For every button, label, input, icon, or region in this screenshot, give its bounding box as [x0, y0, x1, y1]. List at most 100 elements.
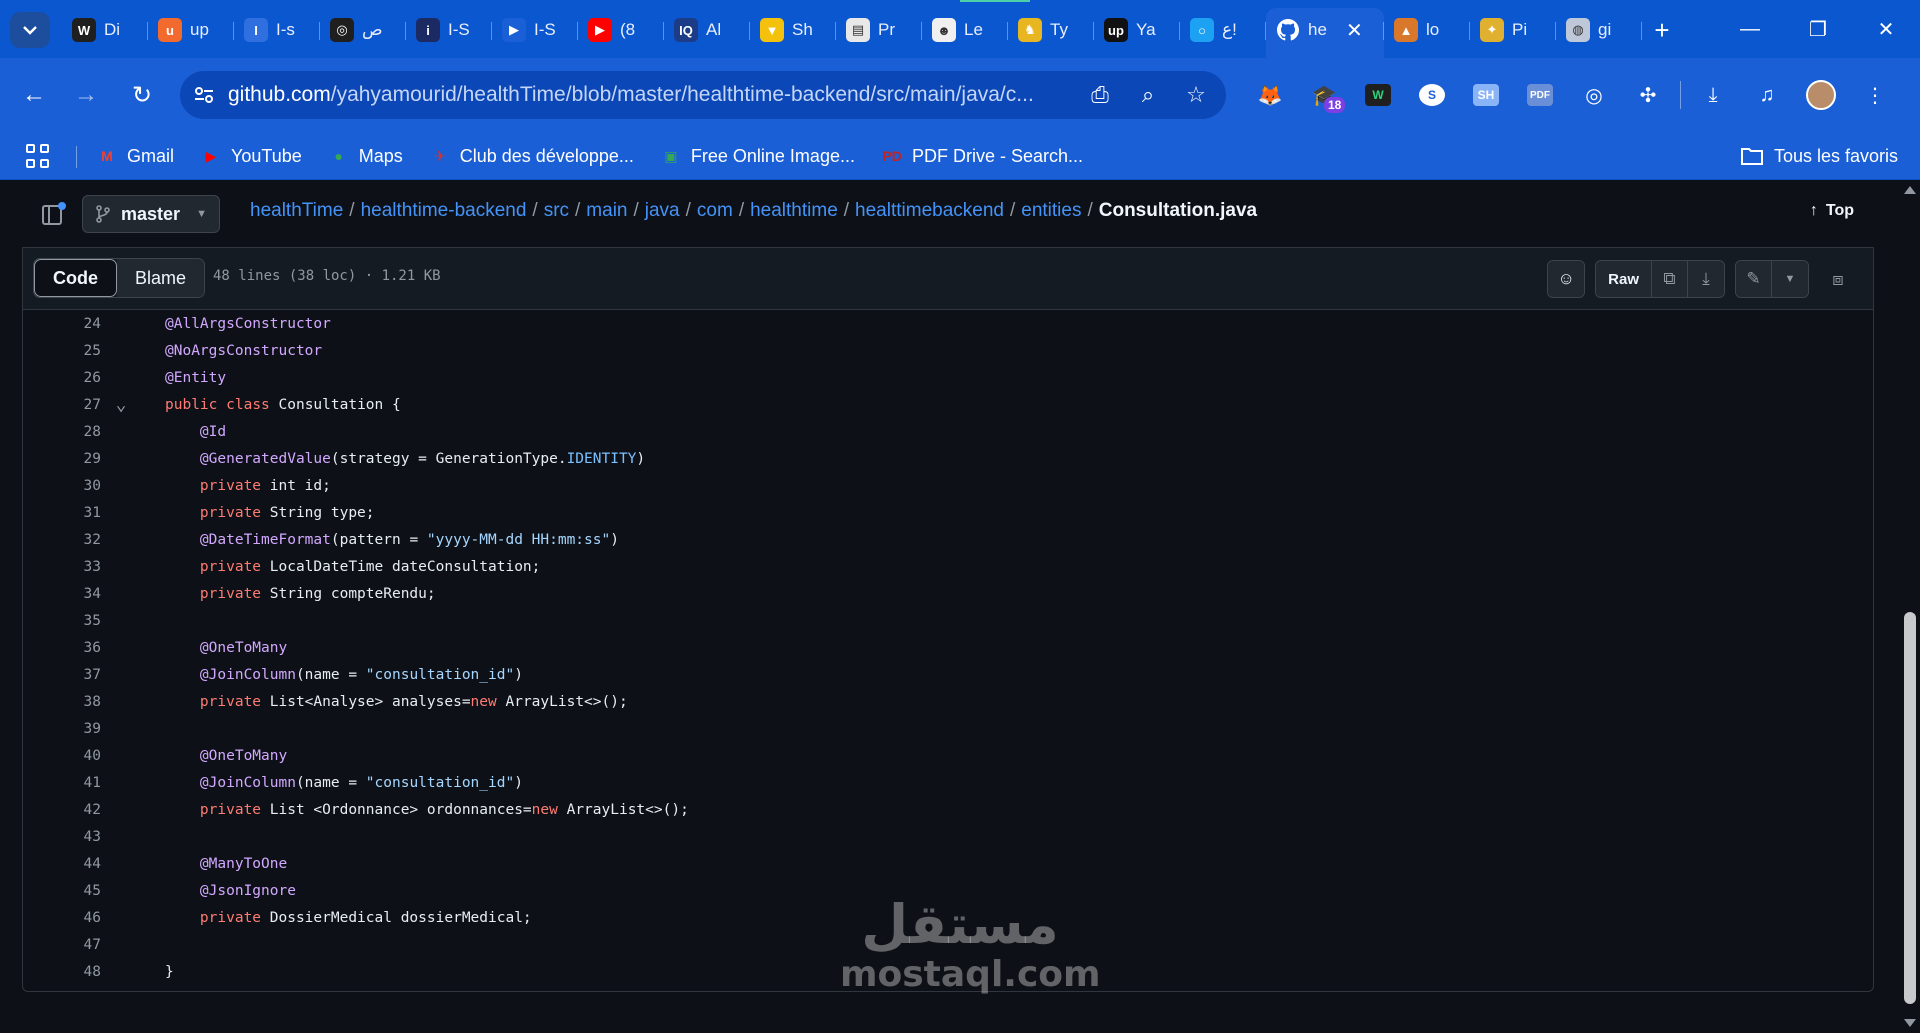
line-number[interactable]: 41	[23, 775, 101, 791]
bookmark-item[interactable]: ▶ YouTube	[200, 145, 302, 167]
line-number[interactable]: 24	[23, 316, 101, 332]
breadcrumb-link[interactable]: com	[697, 200, 733, 221]
forward-button[interactable]: →	[66, 75, 106, 115]
line-number[interactable]: 25	[23, 343, 101, 359]
breadcrumb-link[interactable]: src	[544, 200, 569, 221]
scroll-thumb[interactable]	[1904, 612, 1916, 1004]
browser-tab[interactable]: ○ ع!	[1180, 8, 1266, 52]
line-number[interactable]: 28	[23, 424, 101, 440]
url-text[interactable]: github.com/yahyamourid/healthTime/blob/m…	[228, 83, 1078, 107]
scroll-up-arrow-icon[interactable]	[1904, 186, 1916, 194]
breadcrumb-link[interactable]: entities	[1021, 200, 1081, 221]
zoom-icon[interactable]: ⌕	[1128, 75, 1168, 115]
site-settings-icon[interactable]	[180, 71, 228, 119]
restore-button[interactable]: ❐	[1784, 0, 1852, 58]
browser-tab[interactable]: ◎ ص	[320, 8, 406, 52]
browser-tab[interactable]: ▶ I-S	[492, 8, 578, 52]
apps-grid-icon[interactable]	[26, 144, 50, 168]
graduation-cap-extension[interactable]: 🎓 18	[1302, 73, 1346, 117]
minimize-button[interactable]: —	[1716, 0, 1784, 58]
fold-chevron-icon[interactable]: ⌄	[101, 395, 141, 413]
browser-tab[interactable]: ▲ lo	[1384, 8, 1470, 52]
bookmark-item[interactable]: M Gmail	[96, 145, 174, 167]
target-extension-icon[interactable]: ◎	[1572, 73, 1616, 117]
scroll-down-arrow-icon[interactable]	[1904, 1019, 1916, 1027]
browser-tab[interactable]: u up	[148, 8, 234, 52]
close-window-button[interactable]: ✕	[1852, 0, 1920, 58]
line-number[interactable]: 35	[23, 613, 101, 629]
line-number[interactable]: 44	[23, 856, 101, 872]
line-number[interactable]: 36	[23, 640, 101, 656]
line-number[interactable]: 29	[23, 451, 101, 467]
browser-tab[interactable]: i I-S	[406, 8, 492, 52]
browser-tab[interactable]: ▼ Sh	[750, 8, 836, 52]
browser-tab[interactable]: I I-s	[234, 8, 320, 52]
line-number[interactable]: 27	[23, 397, 101, 413]
line-number[interactable]: 38	[23, 694, 101, 710]
browser-tab[interactable]: ◍ gi	[1556, 8, 1642, 52]
reload-button[interactable]: ↻	[122, 75, 162, 115]
close-tab-icon[interactable]: ✕	[1346, 18, 1363, 43]
line-number[interactable]: 39	[23, 721, 101, 737]
browser-tab[interactable]: ♞ Ty	[1008, 8, 1094, 52]
raw-button[interactable]: Raw	[1596, 261, 1652, 297]
breadcrumb-link[interactable]: healthtime	[750, 200, 838, 221]
back-button[interactable]: ←	[14, 75, 54, 115]
browser-tab[interactable]: he ✕	[1266, 8, 1384, 58]
star-bookmark-icon[interactable]: ☆	[1176, 75, 1216, 115]
line-number[interactable]: 40	[23, 748, 101, 764]
browser-tab[interactable]: ▤ Pr	[836, 8, 922, 52]
branch-selector[interactable]: master ▼	[82, 195, 220, 233]
extensions-puzzle-icon[interactable]: ✣	[1626, 73, 1670, 117]
browser-tab[interactable]: up Ya	[1094, 8, 1180, 52]
new-tab-button[interactable]: +	[1642, 8, 1682, 52]
address-bar[interactable]: github.com/yahyamourid/healthTime/blob/m…	[180, 71, 1226, 119]
file-tree-toggle[interactable]	[42, 202, 68, 226]
line-number[interactable]: 48	[23, 964, 101, 980]
tab-code[interactable]: Code	[34, 259, 117, 297]
copy-raw-button[interactable]: ⧉	[1652, 261, 1688, 297]
install-app-icon[interactable]: ⎙	[1080, 75, 1120, 115]
breadcrumb-link[interactable]: main	[586, 200, 627, 221]
downloads-icon[interactable]: ⤓	[1691, 73, 1735, 117]
media-controls-icon[interactable]: ♫	[1745, 73, 1789, 117]
download-raw-button[interactable]: ⤓	[1688, 261, 1724, 297]
bookmark-item[interactable]: ● Maps	[328, 145, 403, 167]
copilot-button[interactable]: ☺	[1548, 261, 1585, 297]
bookmark-item[interactable]: ▣ Free Online Image...	[660, 145, 855, 167]
bookmark-item[interactable]: ✈ Club des développe...	[429, 145, 634, 167]
browser-tab[interactable]: IQ Al	[664, 8, 750, 52]
browser-tab[interactable]: ☻ Le	[922, 8, 1008, 52]
all-bookmarks-button[interactable]: Tous les favoris	[1740, 132, 1898, 180]
more-menu-icon[interactable]: ⋮	[1853, 73, 1897, 117]
sync-extension-icon[interactable]: S	[1410, 73, 1454, 117]
edit-options-button[interactable]: ▼	[1772, 261, 1808, 297]
browser-tab[interactable]: ▶ (8	[578, 8, 664, 52]
line-number[interactable]: 43	[23, 829, 101, 845]
pdf-extension-icon[interactable]: PDF	[1518, 73, 1562, 117]
line-number[interactable]: 46	[23, 910, 101, 926]
browser-tab[interactable]: W Di	[62, 8, 148, 52]
breadcrumb-link[interactable]: healthTime	[250, 200, 343, 221]
line-number[interactable]: 30	[23, 478, 101, 494]
breadcrumb-link[interactable]: healttimebackend	[855, 200, 1004, 221]
line-number[interactable]: 45	[23, 883, 101, 899]
metamask-icon[interactable]: 🦊	[1248, 73, 1292, 117]
wix-extension-icon[interactable]: W	[1356, 73, 1400, 117]
breadcrumb-link[interactable]: healthtime-backend	[361, 200, 527, 221]
line-number[interactable]: 34	[23, 586, 101, 602]
back-to-top-button[interactable]: ↑ Top	[1810, 202, 1854, 220]
line-number[interactable]: 47	[23, 937, 101, 953]
browser-tab[interactable]: ✦ Pi	[1470, 8, 1556, 52]
tab-blame[interactable]: Blame	[117, 259, 205, 297]
profile-avatar[interactable]	[1799, 73, 1843, 117]
bookmark-item[interactable]: PD PDF Drive - Search...	[881, 145, 1083, 167]
line-number[interactable]: 32	[23, 532, 101, 548]
page-scrollbar[interactable]	[1900, 180, 1920, 1033]
line-number[interactable]: 42	[23, 802, 101, 818]
line-number[interactable]: 37	[23, 667, 101, 683]
breadcrumb-link[interactable]: java	[645, 200, 680, 221]
edit-file-button[interactable]: ✎	[1736, 261, 1772, 297]
line-number[interactable]: 31	[23, 505, 101, 521]
sh-extension-icon[interactable]: SH	[1464, 73, 1508, 117]
